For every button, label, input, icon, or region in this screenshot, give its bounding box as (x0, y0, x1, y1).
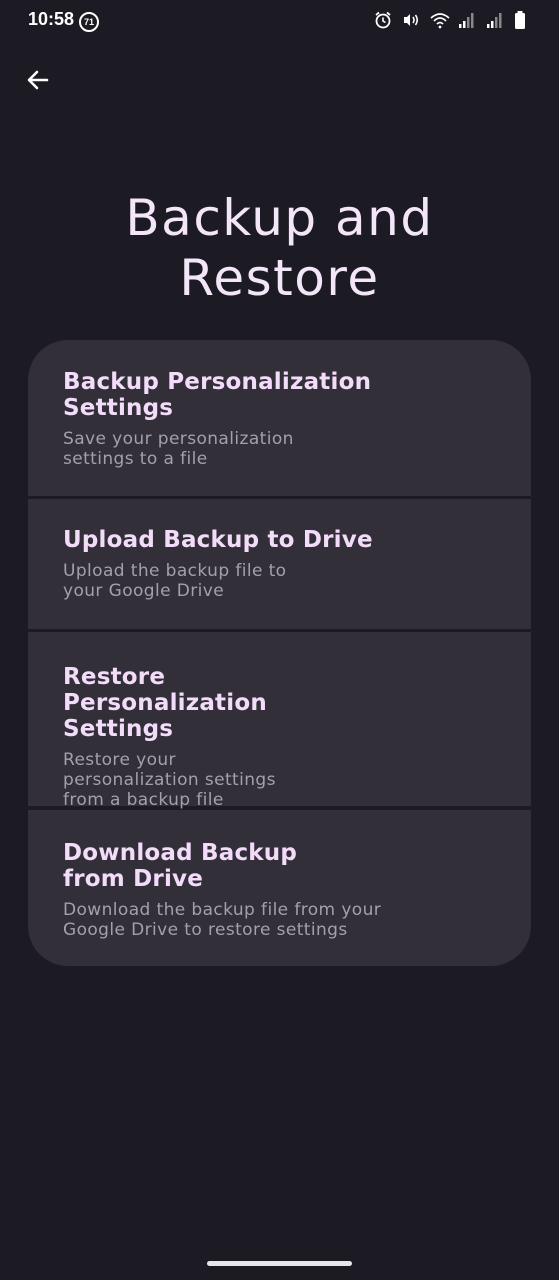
back-button[interactable] (20, 64, 56, 100)
arrow-left-icon (25, 67, 51, 97)
alarm-icon (373, 10, 393, 30)
option-description: Save your personalization settings to a … (63, 429, 294, 469)
battery-icon (513, 10, 533, 30)
backup-options-list: Backup Personalization Settings Save you… (28, 340, 531, 966)
home-indicator[interactable] (207, 1261, 352, 1266)
page-title: Backup and Restore (125, 189, 434, 307)
signal-icon (485, 10, 505, 30)
notification-badge: 71 (79, 12, 99, 32)
option-description: Restore your personalization settings fr… (63, 750, 276, 810)
option-title: Upload Backup to Drive (63, 527, 373, 553)
status-bar: 10:58 71 (0, 0, 559, 42)
restore-settings-option[interactable]: Restore Personalization Settings Restore… (28, 632, 531, 810)
backup-settings-option[interactable]: Backup Personalization Settings Save you… (28, 340, 531, 496)
status-time: 10:58 (28, 9, 75, 29)
status-icons (373, 10, 533, 30)
option-title: Restore Personalization Settings (63, 664, 267, 742)
option-title: Backup Personalization Settings (63, 369, 372, 421)
option-title: Download Backup from Drive (63, 840, 298, 892)
signal-icon (457, 10, 477, 30)
nfc-icon (401, 10, 421, 30)
upload-backup-option[interactable]: Upload Backup to Drive Upload the backup… (28, 499, 531, 629)
option-description: Download the backup file from your Googl… (63, 900, 382, 940)
wifi-icon (429, 10, 450, 30)
option-description: Upload the backup file to your Google Dr… (63, 561, 287, 601)
download-backup-option[interactable]: Download Backup from Drive Download the … (28, 810, 531, 966)
